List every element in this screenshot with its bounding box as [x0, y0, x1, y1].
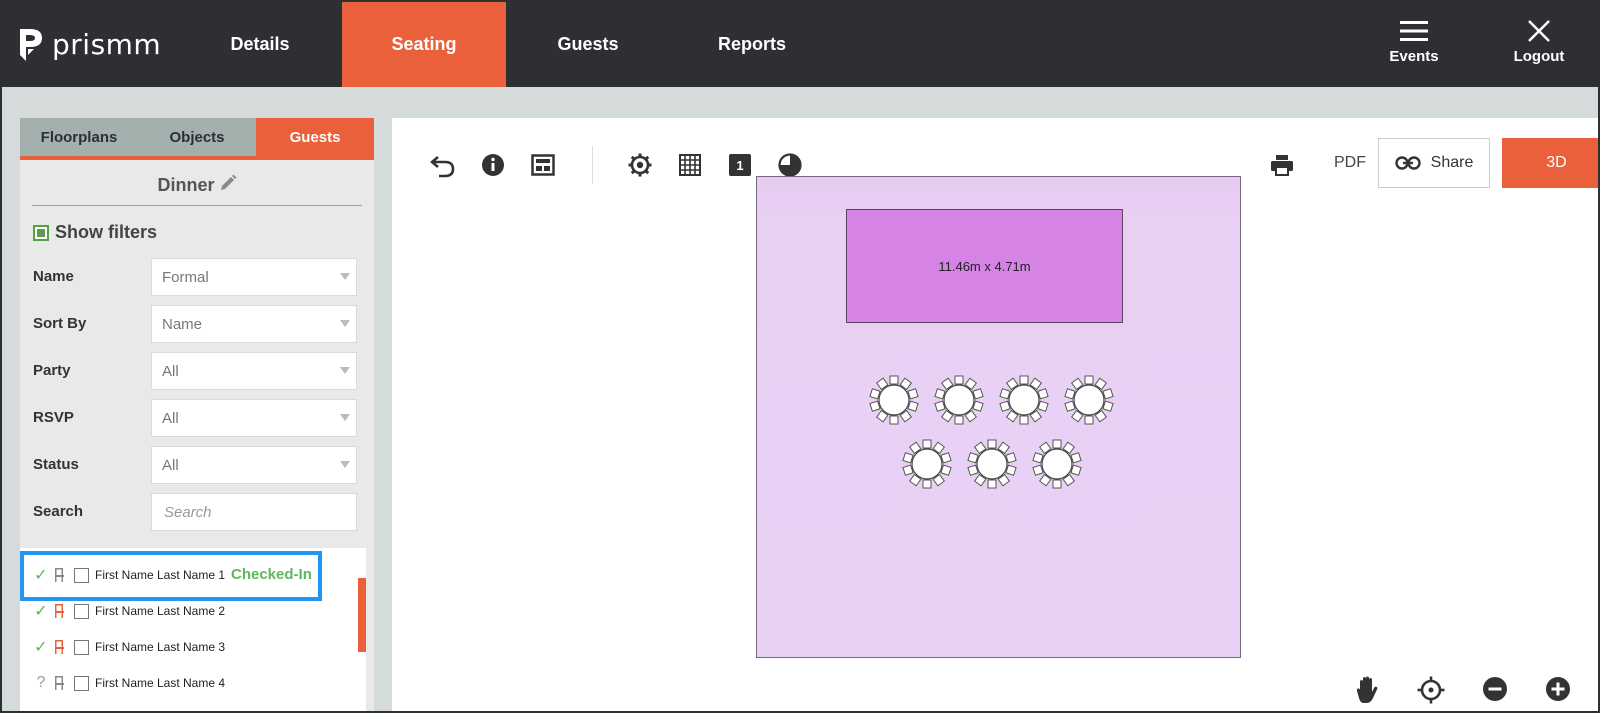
grid-icon[interactable]: [675, 150, 705, 180]
filter-row-sort: Sort By Name: [33, 305, 363, 343]
round-table[interactable]: [869, 375, 919, 425]
layout-title: Dinner: [32, 166, 362, 206]
filter-row-search: Search: [33, 493, 363, 531]
guest-select-checkbox[interactable]: [74, 675, 89, 691]
show-filters-toggle[interactable]: Show filters: [33, 222, 157, 243]
round-table[interactable]: [1064, 375, 1114, 425]
logout-label: Logout: [1513, 48, 1565, 65]
round-table[interactable]: [1032, 439, 1082, 489]
brand-name: prismm: [52, 28, 162, 61]
sidebar-tabs: Floorplans Objects Guests: [20, 118, 374, 160]
checked-in-label: Checked-In: [229, 566, 314, 583]
prismm-logo[interactable]: prismm: [20, 28, 161, 61]
layout-name: Dinner: [157, 175, 215, 195]
filter-label: Sort By: [33, 315, 87, 332]
share-label: Share: [1430, 154, 1474, 171]
logout-button[interactable]: Logout: [1494, 20, 1584, 65]
app-window: prismm Details Seating Guests Reports Ev…: [0, 0, 1600, 713]
round-table[interactable]: [934, 375, 984, 425]
layer-number-icon[interactable]: 1: [725, 150, 755, 180]
filter-label: Party: [33, 362, 71, 379]
filter-row-status: Status All: [33, 446, 363, 484]
nav-tab-seating[interactable]: Seating: [342, 2, 506, 87]
filter-row-name: Name Formal: [33, 258, 363, 296]
select-value: Formal: [162, 269, 209, 286]
sidebar-tab-guests[interactable]: Guests: [256, 118, 374, 156]
layer-number: 1: [729, 154, 751, 176]
rsvp-unknown-icon: ?: [36, 674, 46, 691]
layout-icon[interactable]: [528, 150, 558, 180]
filter-label: Search: [33, 503, 84, 520]
sidebar-tab-floorplans[interactable]: Floorplans: [20, 118, 138, 156]
status-filter-select[interactable]: All: [151, 446, 357, 484]
sidebar-tab-objects[interactable]: Objects: [138, 118, 256, 156]
party-filter-select[interactable]: All: [151, 352, 357, 390]
guest-row[interactable]: ✓ First Name Last Name 2: [32, 597, 226, 625]
guest-row[interactable]: ✓ First Name Last Name 3: [32, 633, 226, 661]
show-filters-checkbox[interactable]: [33, 224, 49, 241]
pan-hand-icon[interactable]: [1354, 676, 1380, 709]
events-button[interactable]: Events: [1369, 20, 1459, 65]
filter-row-party: Party All: [33, 352, 363, 390]
dropdown-arrow-icon: [340, 320, 350, 327]
rsvp-filter-select[interactable]: All: [151, 399, 357, 437]
dropdown-arrow-icon: [340, 414, 350, 421]
link-icon: [1394, 156, 1421, 170]
rsvp-check-icon: ✓: [34, 639, 48, 656]
seating-canvas[interactable]: 1 PDF Share 3D 11.46m x 4.71m: [392, 118, 1598, 711]
filter-label: Name: [33, 268, 74, 285]
prismm-logo-icon: [20, 28, 42, 61]
chair-unseated-icon: [50, 675, 68, 691]
rsvp-check-icon: ✓: [34, 603, 48, 620]
dropdown-arrow-icon: [340, 461, 350, 468]
select-value: All: [162, 410, 179, 427]
guest-row[interactable]: ? First Name Last Name 4: [32, 669, 226, 697]
chair-seated-icon: [50, 639, 68, 655]
select-value: All: [162, 363, 179, 380]
undo-icon[interactable]: [428, 150, 458, 180]
round-table[interactable]: [902, 439, 952, 489]
nav-tab-details[interactable]: Details: [178, 2, 342, 87]
guest-name: First Name Last Name 3: [95, 638, 226, 656]
toolbar-divider: [592, 146, 593, 184]
share-button[interactable]: Share: [1378, 138, 1490, 188]
filter-row-rsvp: RSVP All: [33, 399, 363, 437]
print-icon[interactable]: [1267, 150, 1297, 180]
guest-select-checkbox[interactable]: [74, 639, 89, 655]
nav-tab-reports[interactable]: Reports: [670, 2, 834, 87]
filter-label: Status: [33, 456, 79, 473]
guests-sidebar: Floorplans Objects Guests Dinner Show fi…: [20, 118, 374, 711]
events-label: Events: [1389, 48, 1439, 65]
close-x-icon: [1528, 20, 1550, 42]
dropdown-arrow-icon: [340, 273, 350, 280]
nav-tab-guests[interactable]: Guests: [506, 2, 670, 87]
pdf-button[interactable]: PDF: [1334, 154, 1366, 172]
settings-icon[interactable]: [625, 150, 655, 180]
sort-by-select[interactable]: Name: [151, 305, 357, 343]
round-table[interactable]: [999, 375, 1049, 425]
recenter-icon[interactable]: [1417, 676, 1445, 709]
edit-pencil-icon[interactable]: [219, 174, 237, 197]
stage-object[interactable]: 11.46m x 4.71m: [846, 209, 1123, 323]
round-table[interactable]: [967, 439, 1017, 489]
chair-seated-icon: [50, 603, 68, 619]
hamburger-menu-icon: [1400, 21, 1428, 41]
zoom-out-icon[interactable]: [1482, 676, 1508, 707]
show-filters-label: Show filters: [55, 222, 158, 242]
top-navigation: prismm Details Seating Guests Reports Ev…: [2, 2, 1598, 87]
guest-name: First Name Last Name 4: [95, 674, 226, 692]
name-filter-select[interactable]: Formal: [151, 258, 357, 296]
info-icon[interactable]: [478, 150, 508, 180]
guest-list-scrollbar[interactable]: [358, 578, 366, 652]
zoom-in-icon[interactable]: [1545, 676, 1571, 707]
view-3d-button[interactable]: 3D: [1502, 138, 1598, 188]
select-value: All: [162, 457, 179, 474]
guest-name: First Name Last Name 2: [95, 602, 226, 620]
dropdown-arrow-icon: [340, 367, 350, 374]
guest-select-checkbox[interactable]: [74, 603, 89, 619]
select-value: Name: [162, 316, 203, 333]
filter-label: RSVP: [33, 409, 74, 426]
floorplan-room[interactable]: 11.46m x 4.71m: [756, 176, 1241, 658]
guest-search-input[interactable]: [151, 493, 357, 531]
